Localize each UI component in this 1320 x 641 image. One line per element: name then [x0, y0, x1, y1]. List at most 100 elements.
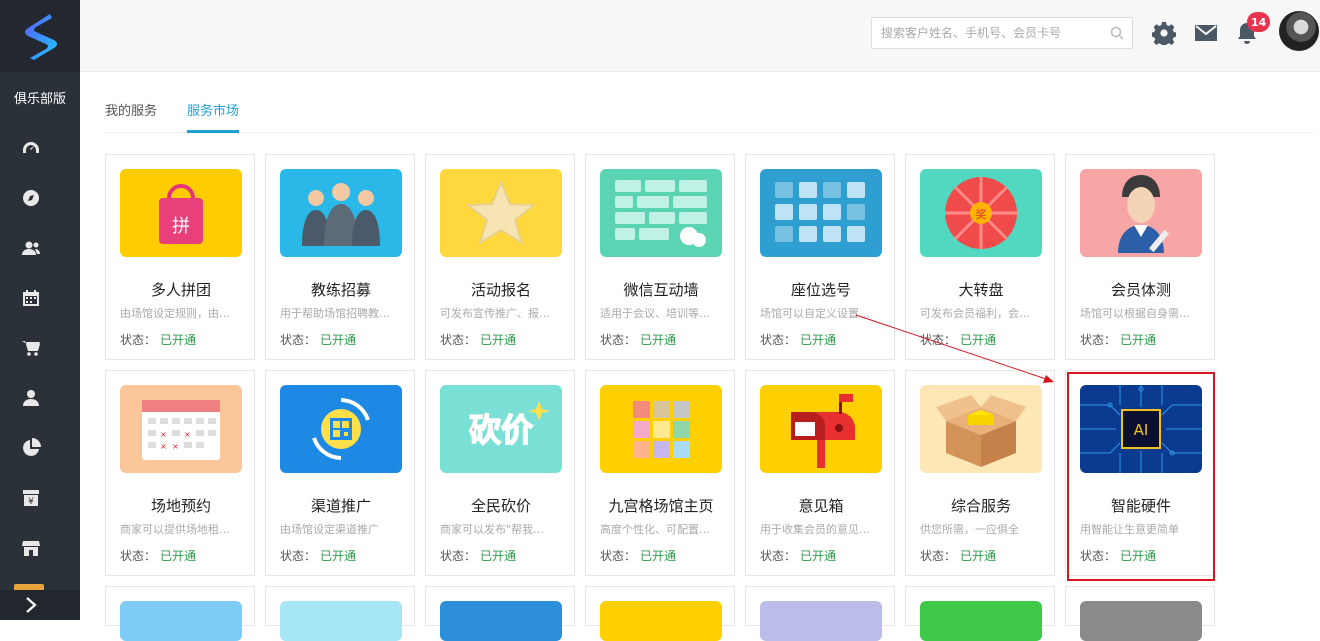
status-label: 状态： [440, 549, 477, 563]
card-description: 高度个性化、可配置… [600, 523, 710, 536]
svg-text:×: × [172, 442, 179, 451]
card-description: 适用于会议、培训等… [600, 307, 710, 320]
service-card-suggestion-box[interactable]: 意见箱 用于收集会员的意见… 状态： 已开通 [745, 370, 895, 576]
service-card-member-test[interactable]: 会员体测 场馆可以根据自身需… 状态： 已开通 [1065, 154, 1215, 360]
service-card-partial[interactable] [265, 586, 415, 641]
status-label: 状态： [600, 333, 637, 347]
qr-promo-icon [312, 398, 370, 460]
card-thumbnail [120, 601, 242, 641]
card-title: 全民砍价 [470, 497, 531, 515]
card-status: 状态： 已开通 [280, 331, 356, 348]
service-card-lucky-wheel[interactable]: 奖大转盘 可发布会员福利，会… 状态： 已开通 [905, 154, 1055, 360]
users-icon[interactable] [18, 235, 44, 261]
service-card-channel-promo[interactable]: 渠道推广 由场馆设定渠道推广 状态： 已开通 [265, 370, 415, 576]
service-card-partial[interactable] [105, 586, 255, 641]
service-card-seat-select[interactable]: 座位选号 场馆可以自定义设置… 状态： 已开通 [745, 154, 895, 360]
card-thumbnail [280, 385, 402, 473]
finance-icon[interactable]: ¥ [18, 485, 44, 511]
service-card-partial[interactable] [585, 586, 735, 641]
card-thumbnail: AI [1080, 385, 1202, 473]
collapse-button[interactable] [0, 590, 80, 620]
person-icon[interactable] [18, 385, 44, 411]
service-card-general-service[interactable]: 综合服务 供您所需，一应俱全 状态： 已开通 [905, 370, 1055, 576]
card-thumbnail [760, 169, 882, 257]
card-title: 活动报名 [470, 281, 531, 299]
compass-icon[interactable] [18, 185, 44, 211]
service-card-smart-hardware[interactable]: AI 智能硬件 用智能让生意更简单 状态： 已开通 [1065, 370, 1215, 576]
card-thumbnail [440, 601, 562, 641]
service-card-partial[interactable] [425, 586, 575, 641]
store-icon[interactable] [18, 535, 44, 561]
box-icon [936, 395, 1026, 467]
card-status: 状态： 已开通 [600, 331, 676, 348]
gear-icon [1152, 22, 1176, 45]
shopping-bag-icon: 拼 [159, 184, 203, 244]
card-thumbnail [1080, 169, 1202, 257]
service-card-group-buy[interactable]: 拼多人拼团 由场馆设定规则，由… 状态： 已开通 [105, 154, 255, 360]
card-status: 状态： 已开通 [760, 331, 836, 348]
svg-text:¥: ¥ [28, 497, 34, 507]
card-status: 状态： 已开通 [1080, 547, 1156, 564]
seat-grid-icon [775, 182, 865, 242]
service-card-wechat-wall[interactable]: 微信互动墙 适用于会议、培训等… 状态： 已开通 [585, 154, 735, 360]
status-value: 已开通 [800, 333, 837, 347]
wheel-icon: 奖 [945, 177, 1017, 249]
search-icon[interactable] [1110, 26, 1124, 40]
status-label: 状态： [1080, 333, 1117, 347]
card-description: 可发布宣传推广、报… [440, 307, 550, 320]
status-label: 状态： [120, 549, 157, 563]
calendar-icon[interactable] [18, 285, 44, 311]
coaches-icon [302, 183, 380, 246]
app-logo[interactable] [0, 0, 80, 72]
card-status: 状态： 已开通 [280, 547, 356, 564]
mailbox-icon [791, 394, 855, 468]
card-description: 商家可以提供场地租… [120, 523, 230, 536]
service-card-nine-grid-home[interactable]: 九宫格场馆主页 高度个性化、可配置… 状态： 已开通 [585, 370, 735, 576]
bargain-text-icon: 砍价 [468, 401, 550, 450]
settings-button[interactable] [1151, 20, 1177, 46]
service-card-partial[interactable] [905, 586, 1055, 641]
service-card-partial[interactable] [745, 586, 895, 641]
card-thumbnail [760, 601, 882, 641]
card-status: 状态： 已开通 [920, 331, 996, 348]
svg-text:AI: AI [1134, 421, 1149, 439]
tab-my-services[interactable]: 我的服务 [105, 100, 157, 130]
service-card-bargain[interactable]: 砍价全民砍价商家可以发布"帮我… 状态： 已开通 [425, 370, 575, 576]
messages-button[interactable] [1193, 20, 1219, 46]
card-thumbnail [760, 385, 882, 473]
service-tabs: 我的服务 服务市场 [105, 92, 1313, 133]
avatar[interactable] [1279, 11, 1319, 51]
card-thumbnail: 拼 [120, 169, 242, 257]
card-thumbnail [920, 601, 1042, 641]
service-card-partial[interactable] [1065, 586, 1215, 641]
cart-icon[interactable] [18, 335, 44, 361]
card-thumbnail [600, 169, 722, 257]
svg-text:拼: 拼 [172, 216, 190, 237]
top-header [80, 0, 1320, 72]
svg-text:×: × [184, 430, 191, 439]
dashboard-icon[interactable] [18, 135, 44, 161]
card-status: 状态： 已开通 [120, 547, 196, 564]
chevron-right-icon [26, 597, 37, 613]
status-value: 已开通 [320, 549, 357, 563]
status-value: 已开通 [1120, 333, 1157, 347]
status-value: 已开通 [320, 333, 357, 347]
service-card-coach-recruit[interactable]: 教练招募 用于帮助场馆招聘教… 状态： 已开通 [265, 154, 415, 360]
service-card-venue-booking[interactable]: × × × × 场地预约 商家可以提供场地租… 状态： 已开通 [105, 370, 255, 576]
card-thumbnail: 奖 [920, 169, 1042, 257]
status-value: 已开通 [480, 549, 517, 563]
card-description: 场馆可以自定义设置… [760, 307, 870, 320]
search-input[interactable] [872, 18, 1102, 48]
pie-chart-icon[interactable] [18, 435, 44, 461]
status-label: 状态： [600, 549, 637, 563]
card-status: 状态： 已开通 [120, 331, 196, 348]
svg-text:×: × [160, 442, 167, 451]
card-thumbnail: 砍价 [440, 385, 562, 473]
tab-service-market[interactable]: 服务市场 [187, 100, 240, 133]
card-title: 综合服务 [950, 497, 1011, 515]
card-title: 大转盘 [958, 281, 1004, 299]
status-value: 已开通 [480, 333, 517, 347]
card-description: 商家可以发布"帮我… [440, 523, 545, 536]
service-card-event-signup[interactable]: 活动报名 可发布宣传推广、报… 状态： 已开通 [425, 154, 575, 360]
search-box [871, 17, 1133, 49]
